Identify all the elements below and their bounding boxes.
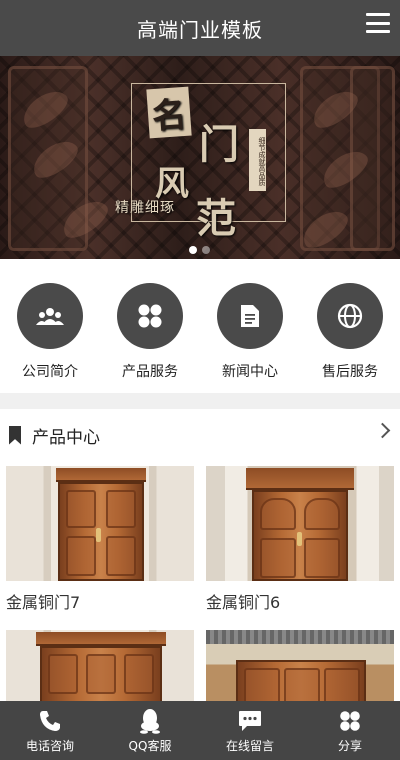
toolbar-qq[interactable]: QQ客服: [100, 701, 200, 760]
toolbar-label: 在线留言: [225, 739, 274, 753]
slider-dots: [189, 246, 210, 254]
bookmark-icon: [9, 425, 21, 445]
toolbar-label: 分享: [337, 739, 362, 753]
toolbar-message[interactable]: 在线留言: [200, 701, 300, 760]
banner-char: 范: [196, 195, 236, 242]
nav-item-news[interactable]: 新闻中心: [202, 283, 298, 393]
nav-item-company[interactable]: 公司简介: [2, 283, 98, 393]
page-title: 高端门业模板: [137, 17, 263, 42]
toolbar-share[interactable]: 分享: [300, 701, 400, 760]
banner-slider[interactable]: 名 门 风 范 精雕细琢 细节成就高品质: [0, 56, 400, 259]
product-name: 金属铜门7: [6, 593, 81, 612]
header-bar: 高端门业模板: [0, 0, 400, 56]
globe-icon: [317, 283, 383, 349]
quick-nav: 公司简介 产品服务 新闻中心 售后服务: [0, 259, 400, 393]
hamburger-menu-icon[interactable]: [366, 13, 390, 33]
chevron-right-icon[interactable]: [374, 422, 391, 439]
document-icon: [217, 283, 283, 349]
people-icon: [17, 283, 83, 349]
toolbar-phone[interactable]: 电话咨询: [0, 701, 100, 760]
product-card[interactable]: 金属铜门7: [6, 466, 194, 613]
product-name: 金属铜门6: [206, 593, 281, 612]
share-icon: [339, 707, 361, 735]
banner-char: 门: [199, 121, 239, 168]
product-image: [6, 466, 194, 581]
banner-slogan: 精雕细琢: [115, 200, 175, 216]
product-image: [206, 466, 394, 581]
grid-icon: [117, 283, 183, 349]
nav-item-aftersales[interactable]: 售后服务: [302, 283, 398, 393]
section-title: 产品中心: [32, 427, 100, 448]
nav-label: 公司简介: [22, 364, 78, 380]
nav-label: 售后服务: [322, 364, 378, 380]
nav-label: 产品服务: [122, 364, 178, 380]
slider-dot-active[interactable]: [189, 246, 197, 254]
slider-dot[interactable]: [202, 246, 210, 254]
toolbar-label: 电话咨询: [25, 739, 74, 753]
product-card[interactable]: 金属铜门6: [206, 466, 394, 613]
bottom-toolbar: 电话咨询 QQ客服 在线留言 分享: [0, 701, 400, 760]
banner-char: 名: [146, 86, 192, 139]
message-icon: [238, 707, 262, 735]
qq-icon: [139, 707, 161, 735]
nav-label: 新闻中心: [222, 364, 278, 380]
banner-stamp: 细节成就高品质: [249, 129, 266, 191]
toolbar-label: QQ客服: [128, 739, 172, 753]
nav-item-products[interactable]: 产品服务: [102, 283, 198, 393]
section-divider: [0, 393, 400, 409]
phone-icon: [39, 707, 61, 735]
page: 高端门业模板 名 门 风 范 精雕细琢 细节成就高品质 公司简介 产品服务 新闻…: [0, 0, 400, 760]
products-section-header: 产品中心: [0, 409, 400, 461]
